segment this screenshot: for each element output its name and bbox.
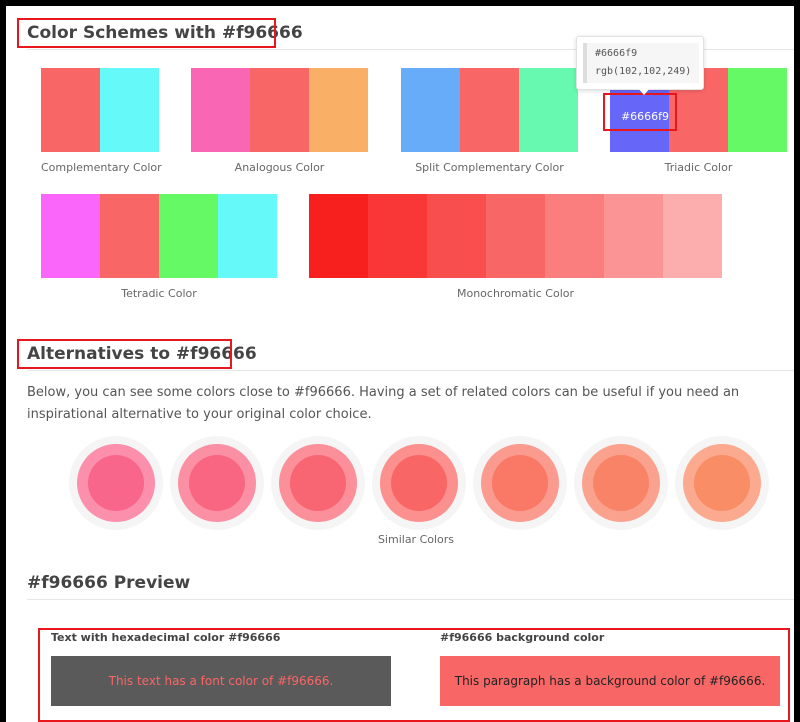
color-swatch[interactable] [218,194,277,278]
similar-color-ring [380,444,458,522]
highlight-box [17,339,232,369]
color-swatch[interactable] [519,68,578,152]
similar-color-dot [593,455,649,511]
similar-color-ring [683,444,761,522]
similar-color-ring [77,444,155,522]
highlight-box [603,93,677,131]
background-color-preview: This paragraph has a background color of… [440,656,780,706]
color-swatch[interactable] [309,194,368,278]
color-swatch[interactable] [663,194,722,278]
alternatives-description: Below, you can see some colors close to … [27,385,740,422]
complementary-scheme [41,68,159,152]
bg-preview-title: #f96666 background color [440,631,605,644]
scheme-caption: Monochromatic Color [456,287,575,300]
similar-color-ring [279,444,357,522]
scheme-caption: Complementary Color [41,161,162,174]
similar-color-dot [189,455,245,511]
text-color-preview: This text has a font color of #f96666. [51,656,391,706]
tooltip-rgb: rgb(102,102,249) [595,66,692,77]
similar-color-circle[interactable] [69,436,163,530]
similar-color-circle[interactable] [574,436,668,530]
similar-color-ring [481,444,559,522]
color-swatch[interactable] [191,68,250,152]
divider [27,370,794,371]
color-swatch[interactable] [100,194,159,278]
background-color-sample: This paragraph has a background color of… [454,674,766,688]
split-complementary-scheme [401,68,578,152]
color-swatch[interactable] [41,194,100,278]
color-swatch[interactable] [604,194,663,278]
similar-color-circle[interactable] [271,436,365,530]
similar-color-ring [582,444,660,522]
color-tooltip: #6666f9 rgb(102,102,249) [576,36,704,90]
scheme-caption: Analogous Color [234,161,325,174]
similar-color-dot [694,455,750,511]
divider [27,599,794,600]
color-swatch[interactable] [427,194,486,278]
similar-color-ring [178,444,256,522]
scheme-caption: Triadic Color [664,161,733,174]
analogous-scheme [191,68,368,152]
tetradic-scheme [41,194,277,278]
text-color-sample: This text has a font color of #f96666. [108,674,334,688]
color-swatch[interactable] [460,68,519,152]
monochromatic-scheme [309,194,722,278]
tooltip-arrow [637,87,651,95]
similar-color-circle[interactable] [675,436,769,530]
similar-color-dot [88,455,144,511]
tooltip-hex: #6666f9 [595,48,638,59]
page: Color Schemes with #f96666 Complementary… [6,6,794,722]
similar-color-circle[interactable] [372,436,466,530]
color-swatch[interactable] [486,194,545,278]
tooltip-body: #6666f9 rgb(102,102,249) [583,43,699,83]
color-swatch[interactable] [545,194,604,278]
color-swatch[interactable] [159,194,218,278]
color-swatch[interactable] [100,68,159,152]
preview-title: #f96666 Preview [27,573,191,593]
color-swatch[interactable] [368,194,427,278]
color-swatch[interactable] [309,68,368,152]
color-swatch[interactable] [41,68,100,152]
color-swatch[interactable] [728,68,787,152]
similar-color-circle[interactable] [170,436,264,530]
similar-colors-caption: Similar Colors [377,533,455,546]
scheme-caption: Tetradic Color [121,287,197,300]
similar-color-circle[interactable] [473,436,567,530]
color-swatch[interactable] [401,68,460,152]
similar-color-dot [492,455,548,511]
text-preview-title: Text with hexadecimal color #f96666 [51,631,281,644]
color-swatch[interactable] [250,68,309,152]
similar-color-dot [290,455,346,511]
scheme-caption: Split Complementary Color [415,161,564,174]
highlight-box [17,18,276,48]
similar-color-dot [391,455,447,511]
